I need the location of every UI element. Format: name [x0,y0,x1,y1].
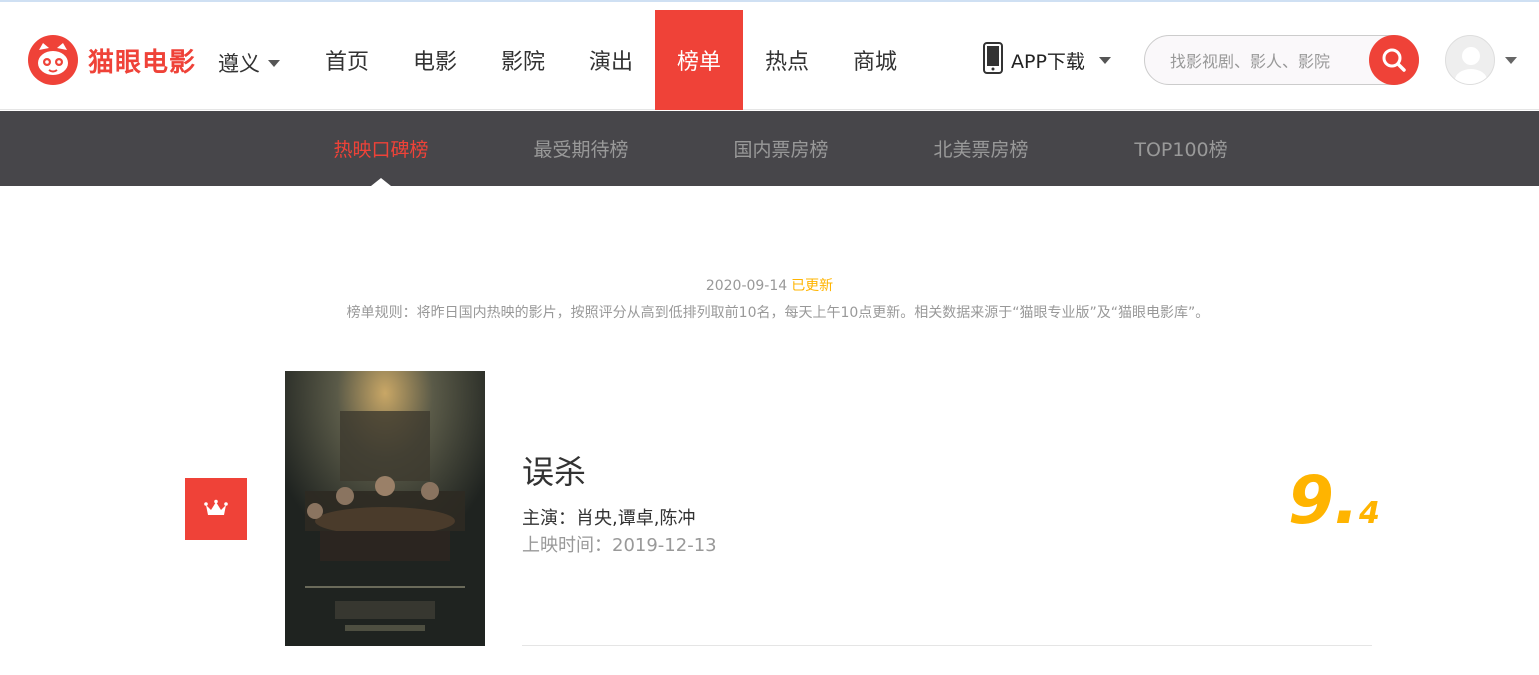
board-rule: 榜单规则：将昨日国内热映的影片，按照评分从高到低排列取前10名，每天上午10点更… [346,305,1210,321]
nav-item-cinemas[interactable]: 影院 [479,10,567,110]
score-fraction: 4 [1359,496,1380,531]
caret-down-icon [1098,56,1111,64]
tab-domestic-box-office[interactable]: 国内票房榜 [681,111,881,186]
search-button[interactable] [1369,35,1419,85]
main-nav: 首页 电影 影院 演出 榜单 热点 商城 [303,10,919,110]
tab-most-expected[interactable]: 最受期待榜 [481,111,681,186]
crown-icon [204,499,228,515]
movie-stars: 主演：肖央,谭卓,陈冲 [522,508,696,529]
search-box [1144,35,1419,85]
city-selector[interactable]: 遵义 [218,48,280,78]
update-date: 2020-09-14 [705,278,788,294]
nav-item-hot[interactable]: 热点 [743,10,831,110]
row-divider [522,645,1372,646]
search-input[interactable] [1170,50,1370,72]
movie-info: 误杀 主演：肖央,谭卓,陈冲 上映时间：2019-12-13 [522,450,717,560]
avatar[interactable] [1445,35,1495,85]
nav-item-mall[interactable]: 商城 [831,10,919,110]
app-download-menu[interactable]: APP下载 [983,41,1111,79]
tab-hot-reputation[interactable]: 热映口碑榜 [281,111,481,186]
phone-icon [983,41,1003,79]
search-icon [1382,48,1406,72]
score-integer: 9. [1288,462,1359,539]
logo-text: 猫眼电影 [88,47,197,78]
city-label: 遵义 [218,52,260,76]
movie-title[interactable]: 误杀 [522,450,717,494]
poster-image [285,371,485,646]
site-header: 猫眼电影 遵义 首页 电影 影院 演出 榜单 热点 商城 APP下载 [0,10,1539,110]
movie-score: 9.4 [1288,462,1380,539]
movie-poster[interactable] [285,371,485,646]
caret-down-icon [1505,56,1517,64]
app-download-label: APP下载 [1011,50,1085,73]
tab-north-america-box-office[interactable]: 北美票房榜 [881,111,1081,186]
user-icon [1455,47,1487,84]
nav-item-movies[interactable]: 电影 [391,10,479,110]
cat-logo-icon [28,35,78,85]
board-subnav: 热映口碑榜 最受期待榜 国内票房榜 北美票房榜 TOP100榜 [0,111,1539,186]
browser-top-strip [0,0,1539,10]
tab-top100[interactable]: TOP100榜 [1081,111,1281,186]
user-menu[interactable] [1445,35,1517,85]
nav-item-boards[interactable]: 榜单 [655,10,743,110]
nav-item-shows[interactable]: 演出 [567,10,655,110]
logo[interactable]: 猫眼电影 [28,35,196,85]
updated-label: 已更新 [791,278,834,294]
movie-release-date: 上映时间：2019-12-13 [522,535,717,556]
rank-badge [185,478,247,540]
update-info: 2020-09-14 已更新 [0,275,1539,295]
nav-item-home[interactable]: 首页 [303,10,391,110]
caret-down-icon [268,59,280,67]
